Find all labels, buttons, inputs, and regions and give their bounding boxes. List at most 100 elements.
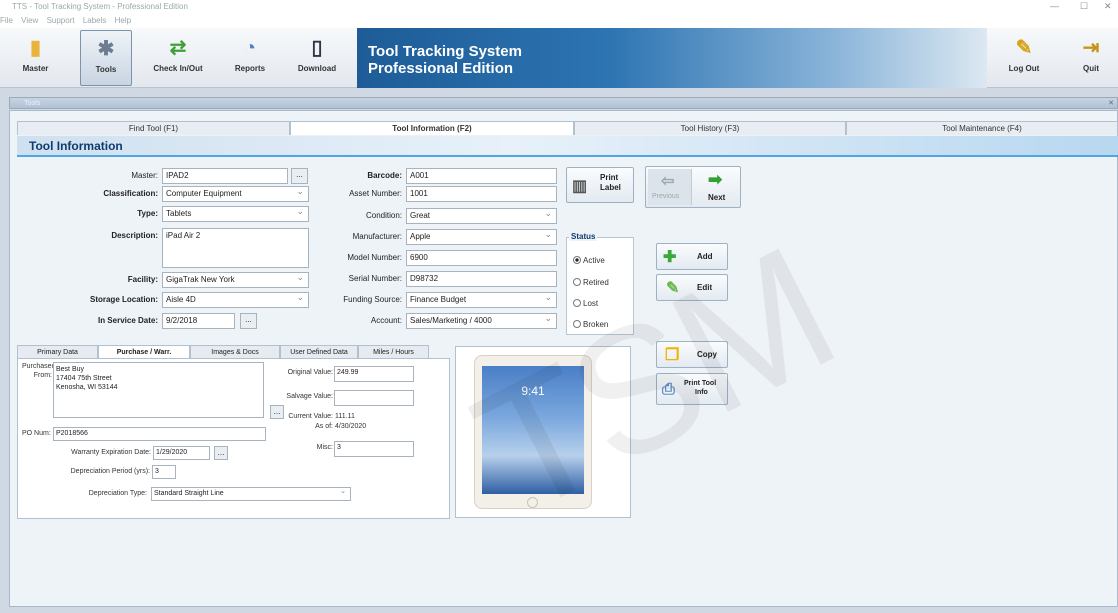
in-service-date-field[interactable]: 9/2/2018: [162, 313, 235, 329]
model-number-label: Model Number:: [347, 253, 402, 262]
subtab-primary-data[interactable]: Primary Data: [17, 345, 98, 358]
subtab-miles-hours[interactable]: Miles / Hours: [358, 345, 429, 358]
master-field[interactable]: IPAD2: [162, 168, 288, 184]
status-radio-retired[interactable]: Retired: [573, 277, 609, 287]
add-button[interactable]: ✚ Add: [656, 243, 728, 270]
section-title: Tool Information: [17, 136, 1118, 157]
pencil-icon: ✎: [666, 280, 680, 297]
warranty-date-button[interactable]: ...: [214, 446, 228, 460]
original-value-label: Original Value:: [287, 369, 333, 376]
exit-icon: ⇥: [1082, 37, 1100, 59]
tablet-clock: 9:41: [521, 384, 545, 398]
depreciation-period-field[interactable]: 3: [152, 465, 176, 479]
in-service-date-label: In Service Date:: [97, 316, 158, 325]
in-service-date-button[interactable]: ...: [240, 313, 257, 329]
barcode-icon: ▥: [572, 178, 588, 195]
quit-button[interactable]: ⇥ Quit: [1070, 30, 1112, 86]
subtab-purchase-warranty[interactable]: Purchase / Warr.: [98, 345, 190, 358]
plus-icon: ✚: [663, 249, 677, 266]
serial-number-label: Serial Number:: [348, 274, 402, 283]
previous-button[interactable]: ⇦ Previous: [648, 169, 692, 205]
tools-button[interactable]: ✱ Tools: [80, 30, 132, 86]
salvage-value-field[interactable]: [334, 390, 414, 406]
status-bar: [0, 607, 1118, 613]
subtab-images-docs[interactable]: Images & Docs: [190, 345, 280, 358]
description-field[interactable]: iPad Air 2: [162, 228, 309, 268]
manufacturer-select[interactable]: Apple: [406, 229, 557, 245]
check-in-out-button[interactable]: ⇄ Check In/Out: [143, 30, 213, 86]
asset-number-field[interactable]: 1001: [406, 186, 557, 202]
download-button[interactable]: ▯ Download: [286, 30, 348, 86]
menu-file[interactable]: File: [0, 16, 13, 25]
swap-arrows-icon: ⇄: [169, 37, 187, 59]
funding-source-label: Funding Source:: [343, 295, 402, 304]
pie-chart-icon: ◔: [243, 37, 257, 59]
description-label: Description:: [111, 231, 158, 240]
menu-bar: File View Support Labels Help: [0, 13, 1118, 28]
printer-icon: ⎙: [662, 381, 675, 398]
as-of-value: 4/30/2020: [335, 423, 367, 430]
warranty-expiration-field[interactable]: 1/29/2020: [153, 446, 210, 460]
barcode-label: Barcode:: [367, 171, 402, 180]
condition-select[interactable]: Great: [406, 208, 557, 224]
folder-icon: ▮: [29, 37, 41, 59]
serial-number-field[interactable]: D98732: [406, 271, 557, 287]
tab-tool-information[interactable]: Tool Information (F2): [290, 121, 574, 135]
status-radio-active[interactable]: Active: [573, 255, 605, 265]
next-button[interactable]: ➡ Next: [694, 169, 738, 205]
tablet-image: 9:41: [474, 355, 592, 509]
storage-location-label: Storage Location:: [89, 295, 158, 304]
menu-view[interactable]: View: [21, 16, 38, 25]
close-panel-icon[interactable]: ✕: [1108, 98, 1114, 109]
depreciation-type-label: Depreciation Type:: [88, 490, 147, 497]
master-browse-button[interactable]: ...: [291, 168, 308, 184]
print-tool-info-button[interactable]: ⎙ Print Tool Info: [656, 373, 728, 405]
master-label: Master:: [131, 171, 158, 180]
status-radio-broken[interactable]: Broken: [573, 319, 608, 329]
master-button[interactable]: ▮ Master: [8, 30, 63, 86]
minimize-icon[interactable]: —: [1050, 0, 1059, 13]
menu-labels[interactable]: Labels: [83, 16, 107, 25]
tab-tool-maintenance[interactable]: Tool Maintenance (F4): [846, 121, 1118, 135]
model-number-field[interactable]: 6900: [406, 250, 557, 266]
facility-select[interactable]: GigaTrak New York: [162, 272, 309, 288]
close-icon[interactable]: ✕: [1104, 0, 1112, 13]
purchased-from-field[interactable]: Best Buy 17404 75th Street Kenosha, WI 5…: [53, 362, 264, 418]
arrow-right-icon: ➡: [708, 170, 723, 189]
log-out-button[interactable]: ✎ Log Out: [995, 30, 1053, 86]
tool-photo[interactable]: 9:41: [455, 346, 631, 518]
status-title: Status: [569, 232, 598, 241]
brand-line-2: Professional Edition: [368, 60, 514, 77]
depreciation-type-select[interactable]: Standard Straight Line ⌄: [151, 487, 351, 501]
type-select[interactable]: Tablets: [162, 206, 309, 222]
funding-source-select[interactable]: Finance Budget: [406, 292, 557, 308]
account-label: Account:: [370, 316, 402, 325]
status-radio-lost[interactable]: Lost: [573, 298, 598, 308]
storage-location-select[interactable]: Aisle 4D: [162, 292, 309, 308]
radio-icon: [573, 277, 581, 286]
original-value-field[interactable]: 249.99: [334, 366, 414, 382]
tab-find-tool[interactable]: Find Tool (F1): [17, 121, 290, 135]
po-num-field[interactable]: P2018566: [53, 427, 266, 441]
depreciation-period-label: Depreciation Period (yrs):: [70, 468, 150, 475]
po-num-label: PO Num:: [22, 430, 51, 437]
edit-button[interactable]: ✎ Edit: [656, 274, 728, 301]
barcode-field[interactable]: A001: [406, 168, 557, 184]
reports-button[interactable]: ◔ Reports: [220, 30, 280, 86]
tab-tool-history[interactable]: Tool History (F3): [574, 121, 846, 135]
classification-select[interactable]: Computer Equipment: [162, 186, 309, 202]
misc-field[interactable]: 3: [334, 441, 414, 457]
document-tab-label[interactable]: Tools: [24, 100, 40, 107]
menu-support[interactable]: Support: [47, 16, 75, 25]
subtab-user-defined-data[interactable]: User Defined Data: [280, 345, 358, 358]
salvage-value-label: Salvage Value:: [286, 393, 333, 400]
arrow-left-icon: ⇦: [661, 173, 675, 190]
account-select[interactable]: Sales/Marketing / 4000: [406, 313, 557, 329]
type-label: Type:: [137, 209, 158, 218]
broom-icon: ✎: [1015, 37, 1033, 59]
prev-next-group: ⇦ Previous ➡ Next: [645, 166, 741, 208]
print-label-button[interactable]: ▥ Print Label: [566, 167, 634, 203]
maximize-icon[interactable]: ☐: [1080, 0, 1088, 13]
copy-button[interactable]: ❐ Copy: [656, 341, 728, 368]
menu-help[interactable]: Help: [115, 16, 131, 25]
